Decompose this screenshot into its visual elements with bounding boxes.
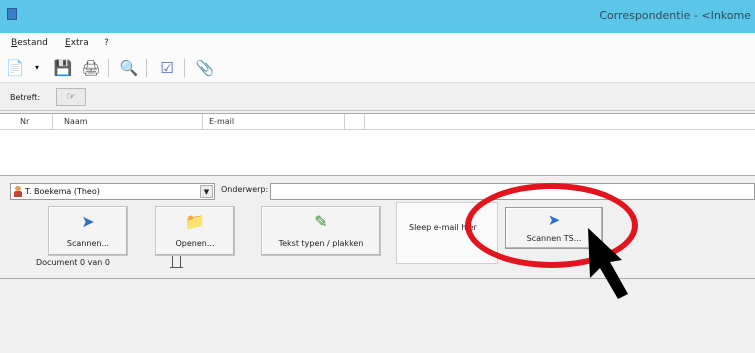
document-counter: Document 0 van 0 [36,258,110,267]
type-paste-button[interactable]: ✎ Tekst typen / plakken [261,206,381,256]
pointer-arrow-icon [588,228,628,299]
folder-icon: 📁 [185,212,205,231]
window-titlebar: Correspondentie - <Inkome [0,0,755,33]
document-preview-area[interactable] [0,278,755,353]
print-icon[interactable]: 🖨 [80,56,102,80]
save-icon[interactable]: 💾 [52,56,74,80]
betreft-row: Betreft: ☞ [0,83,755,111]
new-document-icon[interactable]: 📄 [4,56,26,80]
betreft-label: Betreft: [10,93,41,102]
subject-label: Onderwerp: [221,185,269,194]
toolbar-separator [108,59,109,77]
action-area: ➤ Scannen... 📁 Openen... ✎ Tekst typen /… [0,202,755,278]
sender-row: T. Boekema (Theo) ▼ Onderwerp: [0,176,755,202]
menu-help[interactable]: ? [104,38,109,48]
app-icon[interactable] [7,8,17,20]
handshake-icon[interactable]: ☞ [56,88,86,106]
toolbar-separator [184,59,185,77]
checklist-icon[interactable]: ☑ [156,56,178,80]
column-nr[interactable]: Nr [0,114,53,130]
open-button-label: Openen... [175,239,215,248]
recipient-list[interactable]: Nr Naam E-mail [0,113,755,176]
scan-button[interactable]: ➤ Scannen... [48,206,128,256]
scan-button-label: Scannen... [66,239,110,248]
toolbar: 📄 ▾ 💾 🖨 🔍 ☑ 📎 [0,53,755,83]
dropdown-icon[interactable]: ▾ [32,56,42,80]
person-icon [14,186,22,197]
attachment-icon[interactable]: 📎 [194,56,216,80]
sender-value: T. Boekema (Theo) [25,187,100,196]
type-paste-button-label: Tekst typen / plakken [278,239,364,248]
scanner-icon: ➤ [81,212,95,231]
column-email[interactable]: E-mail [203,114,345,130]
open-button[interactable]: 📁 Openen... [155,206,235,256]
chevron-down-icon[interactable]: ▼ [200,185,213,198]
splitter-handle[interactable] [170,256,183,268]
menu-extra[interactable]: Extra [65,38,89,48]
sender-select[interactable]: T. Boekema (Theo) ▼ [10,183,215,200]
print-preview-icon[interactable]: 🔍 [118,56,140,80]
menu-bar: Bestand Extra ? [0,33,755,53]
column-naam[interactable]: Naam [53,114,203,130]
window-title: Correspondentie - <Inkome [599,9,751,22]
recipient-list-header: Nr Naam E-mail [0,114,755,130]
column-extra[interactable] [345,114,365,130]
toolbar-separator [146,59,147,77]
edit-document-icon: ✎ [314,212,328,231]
menu-bestand[interactable]: Bestand [11,38,48,48]
